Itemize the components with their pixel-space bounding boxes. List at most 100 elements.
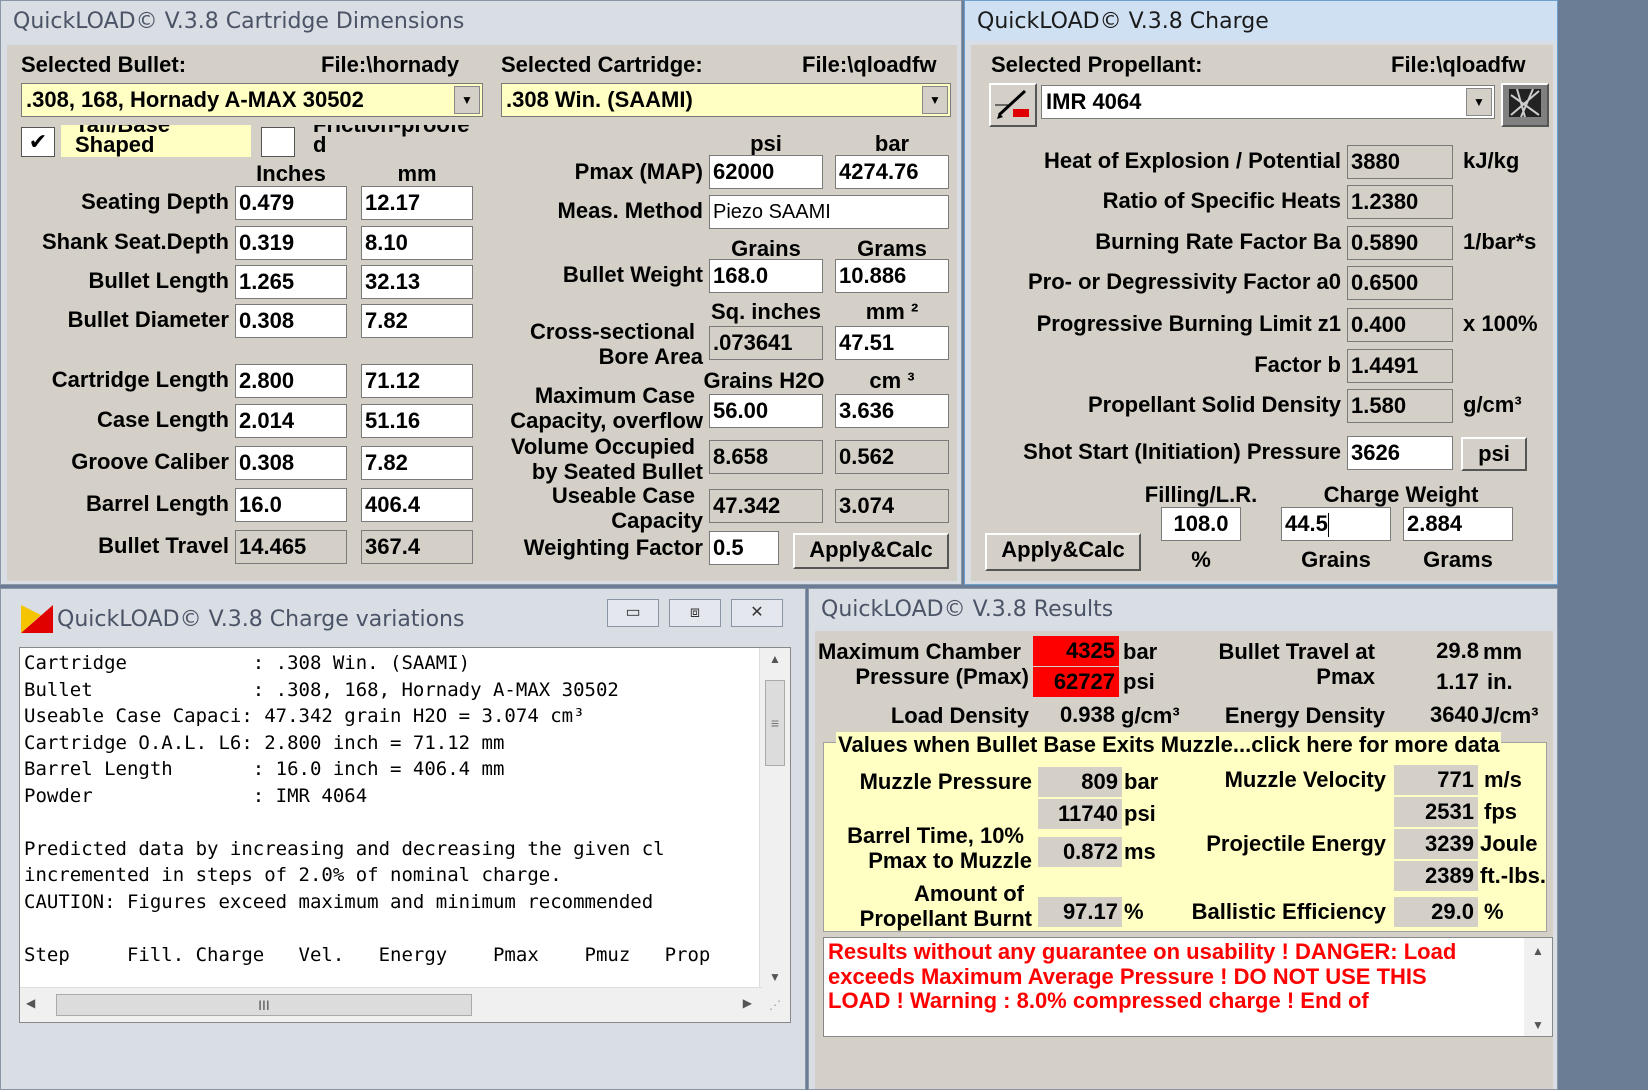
mm-field[interactable]: 7.82 xyxy=(361,446,473,480)
bullet-weight-grains-field[interactable]: 168.0 xyxy=(709,259,823,293)
sq-inches-header: Sq. inches xyxy=(710,299,822,324)
minimize-button[interactable]: ▭ xyxy=(607,599,659,627)
inches-field[interactable]: 0.319 xyxy=(235,226,347,260)
pmax-bar-field[interactable]: 4274.76 xyxy=(835,155,949,189)
chevron-down-icon[interactable]: ▼ xyxy=(922,86,948,114)
close-button[interactable]: ✕ xyxy=(731,599,783,627)
bullet-weight-grams-field[interactable]: 10.886 xyxy=(835,259,949,293)
shot-start-field[interactable]: 3626 xyxy=(1347,436,1453,470)
mm-field[interactable]: 7.82 xyxy=(361,304,473,338)
propellant-editor-button[interactable] xyxy=(989,83,1037,127)
inches-field[interactable]: 0.308 xyxy=(235,446,347,480)
scroll-down-icon[interactable]: ▼ xyxy=(760,970,790,984)
text-output-area[interactable]: Cartridge : .308 Win. (SAAMI) Bullet : .3… xyxy=(19,647,791,1023)
apply-calc-button[interactable]: Apply&Calc xyxy=(985,533,1141,571)
scroll-up-icon[interactable]: ▲ xyxy=(1524,944,1552,958)
warning-text-box[interactable]: Results without any guarantee on usabili… xyxy=(823,937,1553,1037)
dimension-label: Barrel Length xyxy=(85,491,229,516)
checkbox-box[interactable]: ✔ xyxy=(21,127,55,157)
cartridge-select[interactable]: .308 Win. (SAAMI) ▼ xyxy=(501,83,951,117)
scroll-thumb[interactable]: ≡ xyxy=(765,680,785,766)
inches-field[interactable]: 1.265 xyxy=(235,265,347,299)
max-case-capacity-cm3-field[interactable]: 3.636 xyxy=(835,394,949,428)
window-title: QuickLOAD© V.3.8 Results xyxy=(809,589,1557,629)
output-line: Predicted data by increasing and decreas… xyxy=(24,837,665,860)
pmax-psi-field[interactable]: 62000 xyxy=(709,155,823,189)
propellant-database-button[interactable] xyxy=(1501,83,1549,127)
tail-base-label-text: Tail/Base Shaped xyxy=(75,125,170,157)
mm2-header: mm ² xyxy=(865,299,919,324)
charge-variations-window: QuickLOAD© V.3.8 Charge variations ▭ ⧈ ✕… xyxy=(0,588,806,1090)
inches-field[interactable]: 2.800 xyxy=(235,364,347,398)
muzzle-values-group[interactable]: Values when Bullet Base Exits Muzzle...c… xyxy=(823,732,1547,932)
weighting-factor-field[interactable]: 0.5 xyxy=(709,531,779,565)
ballistic-efficiency-label: Ballistic Efficiency xyxy=(1191,899,1386,924)
bore-area-mm2-field[interactable]: 47.51 xyxy=(835,326,949,360)
cm3-header: cm ³ xyxy=(869,368,915,393)
horizontal-scrollbar[interactable]: ◀ III ▶ xyxy=(20,987,762,1022)
mm-field[interactable]: 51.16 xyxy=(361,404,473,438)
dimension-label: Groove Caliber xyxy=(71,449,229,474)
propellant-select-value: IMR 4064 xyxy=(1046,89,1142,114)
maximize-button[interactable]: ⧈ xyxy=(669,599,721,627)
scroll-right-icon[interactable]: ▶ xyxy=(743,996,752,1010)
vertical-scrollbar[interactable]: ▲ ≡ ▼ xyxy=(759,648,790,988)
max-case-capacity-grains-field[interactable]: 56.00 xyxy=(709,394,823,428)
friction-proofed-checkbox[interactable]: Friction-proofed xyxy=(261,125,491,157)
charge-weight-header: Charge Weight xyxy=(1323,482,1479,507)
scroll-up-icon[interactable]: ▲ xyxy=(760,652,790,666)
database-icon xyxy=(1509,88,1541,118)
parameter-label: Ratio of Specific Heats xyxy=(1102,188,1341,213)
max-chamber-pressure-label-2: Pressure (Pmax) xyxy=(855,664,1029,689)
bullet-travel-mm-unit: mm xyxy=(1483,639,1523,664)
weighting-factor-label: Weighting Factor xyxy=(523,535,703,560)
muzzle-velocity-fps-value: 2531 xyxy=(1394,797,1478,827)
chevron-down-icon[interactable]: ▼ xyxy=(1466,88,1492,116)
inches-field[interactable]: 16.0 xyxy=(235,488,347,522)
filling-lr-field[interactable]: 108.0 xyxy=(1161,507,1241,541)
window-title: QuickLOAD© V.3.8 Charge xyxy=(965,1,1557,41)
projectile-energy-joule-unit: Joule xyxy=(1480,831,1538,856)
selected-propellant-label: Selected Propellant: xyxy=(991,52,1203,77)
parameter-value: 1.580 xyxy=(1347,389,1453,423)
pmax-label: Pmax (MAP) xyxy=(574,159,703,184)
scroll-hthumb[interactable]: III xyxy=(56,994,472,1016)
energy-density-label: Energy Density xyxy=(1224,703,1385,728)
scroll-down-icon[interactable]: ▼ xyxy=(1524,1018,1552,1032)
size-grip-icon[interactable]: ⋰ xyxy=(760,988,790,1022)
inches-field[interactable]: 0.479 xyxy=(235,186,347,220)
checkbox-box[interactable] xyxy=(261,127,295,157)
bullet-select[interactable]: .308, 168, Hornady A-MAX 30502 ▼ xyxy=(21,83,483,117)
selected-cartridge-label: Selected Cartridge: xyxy=(501,52,703,77)
barrel-time-value: 0.872 xyxy=(1038,837,1122,867)
tail-base-checkbox[interactable]: ✔ Tail/Base Shaped xyxy=(21,125,251,157)
charge-grams-field[interactable]: 2.884 xyxy=(1403,507,1513,541)
mm-field[interactable]: 12.17 xyxy=(361,186,473,220)
mm-field[interactable]: 406.4 xyxy=(361,488,473,522)
muzzle-group-header[interactable]: Values when Bullet Base Exits Muzzle...c… xyxy=(836,732,1502,758)
parameter-label: Factor b xyxy=(1254,352,1341,377)
inches-field[interactable]: 2.014 xyxy=(235,404,347,438)
propellant-select[interactable]: IMR 4064 ▼ xyxy=(1041,85,1495,119)
mm-field[interactable]: 32.13 xyxy=(361,265,473,299)
chevron-down-icon[interactable]: ▼ xyxy=(454,86,480,114)
inches-field[interactable]: 0.308 xyxy=(235,304,347,338)
mm-field[interactable]: 8.10 xyxy=(361,226,473,260)
warning-scrollbar[interactable]: ▲ ▼ xyxy=(1524,938,1552,1036)
output-line: Bullet : .308, 168, Hornady A-MAX 30502 xyxy=(24,678,619,701)
scroll-left-icon[interactable]: ◀ xyxy=(26,996,35,1010)
useable-capacity-label-2: Capacity xyxy=(611,508,703,533)
psi-unit-button[interactable]: psi xyxy=(1461,437,1527,471)
bullet-travel-in-value: 1.17 xyxy=(1391,667,1483,697)
mm-field[interactable]: 71.12 xyxy=(361,364,473,398)
parameter-unit: x 100% xyxy=(1463,311,1538,336)
meas-method-field[interactable]: Piezo SAAMI xyxy=(709,195,949,229)
muzzle-velocity-fps-unit: fps xyxy=(1484,799,1517,824)
parameter-label: Propellant Solid Density xyxy=(1087,392,1341,417)
apply-calc-button[interactable]: Apply&Calc xyxy=(793,533,949,569)
scroll-grip: III xyxy=(258,997,270,1013)
shot-start-label: Shot Start (Initiation) Pressure xyxy=(1023,439,1341,464)
charge-grains-field[interactable]: 44.5 xyxy=(1281,507,1391,541)
parameter-unit: g/cm³ xyxy=(1463,392,1522,417)
projectile-energy-ftlbs-unit: ft.-lbs. xyxy=(1480,863,1546,888)
